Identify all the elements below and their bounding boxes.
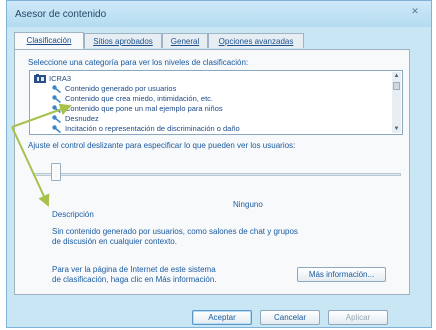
info-line-1: Para ver la página de Internet de este s…: [52, 265, 216, 274]
key-icon: [52, 105, 61, 113]
category-tree[interactable]: ICRA3 Contenido generado por usuarios Co…: [29, 70, 403, 135]
rating-slider-track[interactable]: [33, 173, 401, 176]
accept-button[interactable]: Aceptar: [192, 310, 252, 325]
key-icon: [52, 115, 61, 123]
tab-opciones-avanzadas[interactable]: Opciones avanzadas: [208, 33, 304, 48]
description-line-1: Sin contenido generado por usuarios, com…: [52, 227, 298, 236]
tab-label: Sitios aprobados: [93, 37, 153, 46]
tab-general[interactable]: General: [162, 33, 208, 48]
more-info-button[interactable]: Más información...: [297, 267, 386, 282]
tab-sitios-aprobados[interactable]: Sitios aprobados: [84, 33, 162, 48]
tree-item-contenido-usuarios[interactable]: Contenido generado por usuarios: [65, 84, 176, 93]
close-button[interactable]: ✕: [407, 5, 423, 17]
category-prompt: Seleccione una categoría para ver los ni…: [28, 58, 249, 67]
tab-clasificacion[interactable]: Clasificación: [14, 32, 84, 49]
scroll-thumb[interactable]: [393, 82, 400, 90]
description-heading: Descripción: [52, 210, 94, 219]
scroll-down-icon[interactable]: ▼: [392, 125, 401, 133]
description-line-2: de discusión en cualquier contexto.: [52, 237, 177, 246]
rating-slider-thumb[interactable]: [51, 163, 61, 181]
rating-system-icon: [34, 74, 46, 83]
window-title: Asesor de contenido: [15, 9, 107, 20]
tree-root-icra3[interactable]: ICRA3: [49, 74, 71, 83]
title-bar[interactable]: Asesor de contenido ✕: [7, 1, 431, 27]
tree-item-mal-ejemplo[interactable]: Contenido que pone un mal ejemplo para n…: [65, 104, 223, 113]
description-text: Sin contenido generado por usuarios, com…: [52, 227, 298, 247]
tree-item-desnudez[interactable]: Desnudez: [65, 114, 99, 123]
tree-item-miedo[interactable]: Contenido que crea miedo, intimidación, …: [65, 94, 213, 103]
key-icon: [52, 95, 61, 103]
scroll-up-icon[interactable]: ▲: [392, 72, 401, 80]
info-text: Para ver la página de Internet de este s…: [52, 265, 217, 285]
cancel-button[interactable]: Cancelar: [260, 310, 320, 325]
info-line-2: de clasificación, haga clic en Más infor…: [52, 275, 217, 284]
tree-item-discriminacion[interactable]: Incitación o representación de discrimin…: [65, 124, 240, 133]
tab-label: General: [170, 37, 200, 46]
key-icon: [52, 85, 61, 93]
tab-label: Opciones avanzadas: [218, 37, 294, 46]
key-icon: [52, 125, 61, 133]
tree-scrollbar[interactable]: ▲ ▼: [392, 72, 401, 133]
tab-label: Clasificación: [26, 36, 72, 45]
slider-prompt: Ajuste el control deslizante para especi…: [28, 141, 296, 150]
apply-button[interactable]: Aplicar: [328, 310, 388, 325]
slider-value-label: Ninguno: [233, 200, 263, 209]
